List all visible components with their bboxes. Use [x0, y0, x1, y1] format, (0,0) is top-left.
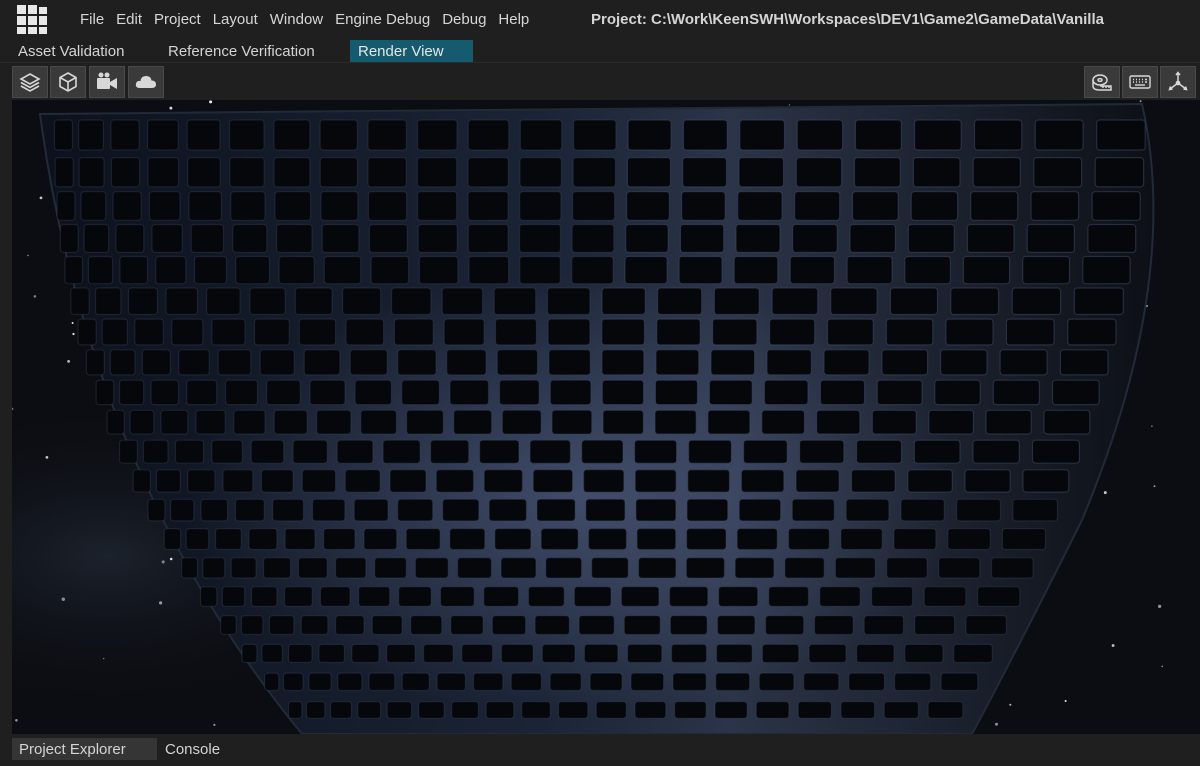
project-path: Project: C:\Work\KeenSWH\Workspaces\DEV1… [591, 10, 1104, 28]
tab-asset-validation[interactable]: Asset Validation [10, 40, 132, 62]
left-dock-edge [0, 100, 12, 734]
camera-button[interactable] [89, 66, 125, 98]
tab-console[interactable]: Console [158, 738, 227, 760]
measure-button[interactable] [1084, 66, 1120, 98]
keyboard-button[interactable] [1122, 66, 1158, 98]
keyboard-icon [1128, 71, 1152, 93]
tab-render-view[interactable]: Render View [350, 40, 473, 62]
tab-reference-verification[interactable]: Reference Verification [160, 40, 323, 62]
cloud-icon [134, 71, 158, 93]
gizmo-button[interactable] [1160, 66, 1196, 98]
render-viewport[interactable] [12, 100, 1200, 734]
cloud-button[interactable] [128, 66, 164, 98]
menu-project[interactable]: Project [148, 0, 207, 38]
bottom-panel-tabs: Project Explorer Console [0, 734, 1200, 766]
menu-layout[interactable]: Layout [207, 0, 264, 38]
render-scene [12, 100, 1200, 734]
menu-file[interactable]: File [74, 0, 110, 38]
layers-button[interactable] [12, 66, 48, 98]
menu-bar: File Edit Project Layout Window Engine D… [0, 0, 1200, 38]
document-tabs: Asset Validation Reference Verification … [0, 38, 1200, 63]
menu-help[interactable]: Help [492, 0, 535, 38]
menu-window[interactable]: Window [264, 0, 329, 38]
app-logo-icon[interactable] [14, 1, 50, 37]
cube-button[interactable] [50, 66, 86, 98]
measure-tape-icon [1090, 71, 1114, 93]
layers-icon [19, 71, 41, 93]
cube-icon [57, 71, 79, 93]
main-menu: File Edit Project Layout Window Engine D… [74, 0, 535, 38]
menu-engine-debug[interactable]: Engine Debug [329, 0, 436, 38]
render-toolbar [0, 63, 1200, 100]
camera-icon [95, 71, 119, 93]
tab-project-explorer[interactable]: Project Explorer [12, 738, 157, 760]
axis-gizmo-icon [1166, 70, 1190, 94]
menu-edit[interactable]: Edit [110, 0, 148, 38]
menu-debug[interactable]: Debug [436, 0, 492, 38]
